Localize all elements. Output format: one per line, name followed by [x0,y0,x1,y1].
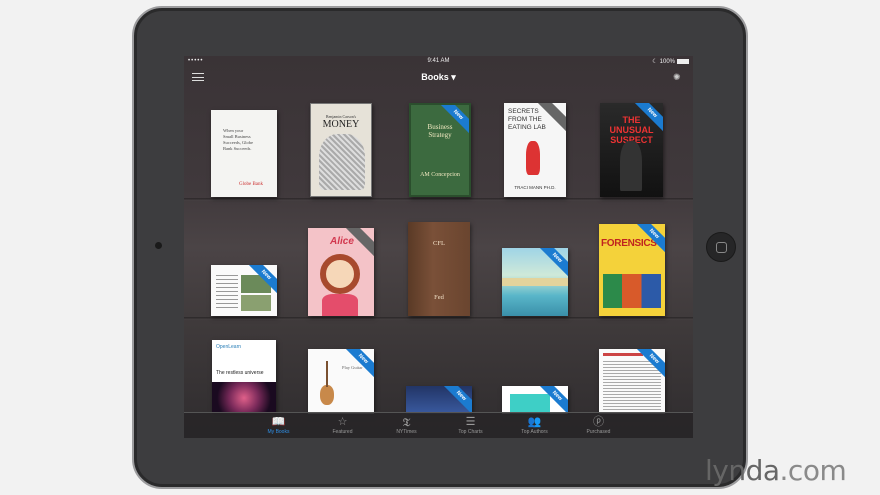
book-report[interactable]: New [211,265,277,316]
tab-label: My Books [267,429,290,435]
watermark-brand: lynda [705,454,780,487]
home-button[interactable] [706,232,736,262]
battery-percent: 100% [659,58,675,65]
book-illustration [241,295,271,311]
tab-my-books[interactable]: 📖 My Books [251,413,307,438]
book-author: AM Concepcion [420,172,460,178]
book-globe-bank[interactable]: When your Small Business Succeeds, Globe… [211,110,277,197]
book-title: Business Strategy [427,123,453,139]
book-title: CFL [433,240,445,247]
book-title: The restless universe [216,370,264,376]
shelf-divider [184,317,693,320]
book-illustration [322,294,358,316]
shelf-divider [184,198,693,201]
tab-top-authors[interactable]: 👥 Top Authors [507,413,563,438]
open-book-icon: 📖 [271,416,286,428]
tab-label: Top Charts [458,429,483,435]
book-forensics[interactable]: FORENSICS New [599,224,665,316]
guitar-neck [326,361,328,387]
list-icon: ☰ [465,416,476,428]
tab-label: Top Authors [521,429,548,435]
ibooks-screen: ••••• 9:41 AM ☾ 100% Books ▾ ✺ When your… [184,56,693,438]
nav-bar: Books ▾ ✺ [184,68,693,86]
new-ribbon: New [535,248,568,280]
book-business-strategy[interactable]: Business Strategy AM Concepcion New [409,103,471,197]
book-illustration [319,134,365,190]
book-unusual-suspect[interactable]: THE UNUSUAL SUSPECT New [600,103,663,197]
activity-spinner-icon: ✺ [673,72,681,82]
tab-top-charts[interactable]: ☰ Top Charts [443,413,499,438]
tab-label: Featured [332,429,353,435]
book-play-guitar[interactable]: Play Guitar New [308,349,374,414]
status-right: ☾ 100% [652,58,689,65]
book-cfl[interactable]: CFL Fed [408,222,470,316]
collections-dropdown[interactable]: Books ▾ [184,72,693,83]
watermark-suffix: .com [779,454,847,487]
book-text: Bank Succeeds. [223,146,252,151]
book-title: Alice [330,236,354,247]
book-alice[interactable]: Alice [308,228,374,316]
moon-icon: ☾ [652,59,658,65]
book-journal[interactable]: New [599,349,665,414]
book-illustration [510,394,550,414]
camera-icon [155,242,162,249]
home-square-icon [716,242,727,253]
book-text-lines [603,361,661,411]
tab-featured[interactable]: ☆ Featured [315,413,371,438]
book-author: Fed [434,294,444,301]
book-title: MONEY [322,119,360,130]
battery-icon [677,59,689,64]
tab-label: Purchased [586,429,611,435]
book-brand: OpenLearn [216,344,242,350]
book-text-lines [216,275,238,311]
book-money[interactable]: Benjamin Carson's MONEY [310,103,372,197]
book-illustration [502,278,568,286]
book-beach-art[interactable]: New [502,248,568,316]
book-secrets-eating-lab[interactable]: SECRETS FROM THE EATING LAB TRACI MANN P… [504,103,566,197]
people-icon: 👥 [527,416,542,428]
purchased-icon: ⓟ [593,416,604,428]
book-illustration [320,254,360,294]
new-ribbon: New [439,386,472,414]
book-restless-universe[interactable]: OpenLearn The restless universe [212,340,276,414]
tab-bar: 📖 My Books ☆ Featured 𝔗 NYTimes ☰ Top Ch… [184,412,693,438]
status-bar: ••••• 9:41 AM ☾ 100% [184,56,693,68]
book-illustration [603,274,661,308]
tab-nytimes[interactable]: 𝔗 NYTimes [379,413,435,438]
book-title: Play Guitar [342,365,363,370]
book-storm[interactable]: New [406,386,472,414]
lynda-watermark: lynda.com [705,454,847,487]
guitar-illustration [320,385,334,405]
book-title: FORENSICS [601,238,657,249]
book-footer: Globe Bank [239,182,264,187]
book-header-rule [603,353,643,356]
book-illustration [526,141,540,175]
book-illustration [212,382,276,414]
status-time: 9:41 AM [427,58,450,64]
book-illustration [620,141,642,191]
tab-label: NYTimes [396,429,417,435]
book-teal[interactable]: New [502,386,568,414]
book-author: TRACI MANN PH.D. [514,185,556,190]
star-icon: ☆ [337,416,348,428]
nytimes-icon: 𝔗 [402,416,411,429]
tab-purchased[interactable]: ⓟ Purchased [571,413,627,438]
